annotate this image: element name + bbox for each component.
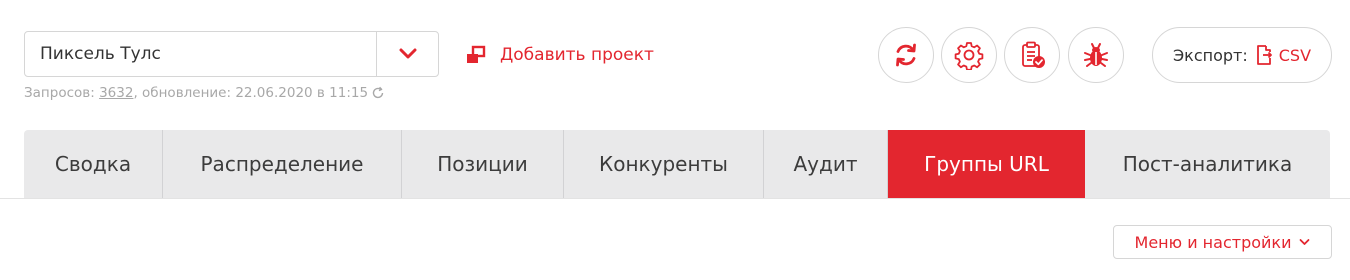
tab-url-groups[interactable]: Группы URL (888, 130, 1085, 198)
main-tabs: Сводка Распределение Позиции Конкуренты … (24, 130, 1330, 198)
export-csv-link[interactable]: CSV (1256, 45, 1311, 65)
tab-summary[interactable]: Сводка (24, 130, 163, 198)
add-project-icon (464, 45, 488, 65)
bug-icon (1081, 40, 1111, 70)
refresh-small-icon[interactable] (371, 86, 385, 100)
export-format: CSV (1278, 45, 1312, 65)
tab-label: Сводка (54, 152, 132, 176)
tab-label: Конкуренты (599, 152, 728, 176)
menu-settings-label: Меню и настройки (1134, 232, 1292, 252)
export-button[interactable]: Экспорт: CSV (1152, 27, 1332, 83)
tab-competitors[interactable]: Конкуренты (564, 130, 764, 198)
bug-report-button[interactable] (1068, 27, 1124, 83)
tabs-divider (0, 198, 1350, 199)
tab-label: Позиции (437, 152, 528, 176)
export-label: Экспорт: (1172, 45, 1248, 65)
chevron-down-icon[interactable] (376, 32, 438, 76)
chevron-down-icon (1299, 238, 1310, 246)
file-export-icon (1256, 45, 1272, 65)
tab-post-analytics[interactable]: Пост-аналитика (1085, 130, 1330, 198)
report-button[interactable] (1004, 27, 1060, 83)
settings-gear-icon (954, 40, 984, 70)
requests-count-link[interactable]: 3632 (99, 85, 133, 101)
settings-button[interactable] (941, 27, 997, 83)
tab-positions[interactable]: Позиции (402, 130, 564, 198)
tab-label: Распределение (200, 152, 364, 176)
project-meta: Запросов: 3632, обновление: 22.06.2020 в… (24, 85, 385, 101)
add-project-button[interactable]: Добавить проект (464, 42, 654, 68)
tab-label: Группы URL (924, 152, 1049, 176)
project-select-value: Пиксель Тулс (40, 44, 161, 64)
clipboard-check-icon (1017, 40, 1047, 70)
tab-audit[interactable]: Аудит (764, 130, 888, 198)
requests-label: Запросов: (24, 85, 95, 101)
tab-label: Пост-аналитика (1122, 152, 1293, 176)
tab-label: Аудит (793, 152, 858, 176)
project-select[interactable]: Пиксель Тулс (24, 31, 439, 77)
tab-distribution[interactable]: Распределение (163, 130, 402, 198)
update-text: , обновление: 22.06.2020 в 11:15 (133, 85, 369, 101)
refresh-icon (892, 41, 920, 69)
add-project-label: Добавить проект (500, 45, 654, 65)
menu-settings-button[interactable]: Меню и настройки (1113, 225, 1332, 259)
refresh-button[interactable] (878, 27, 934, 83)
